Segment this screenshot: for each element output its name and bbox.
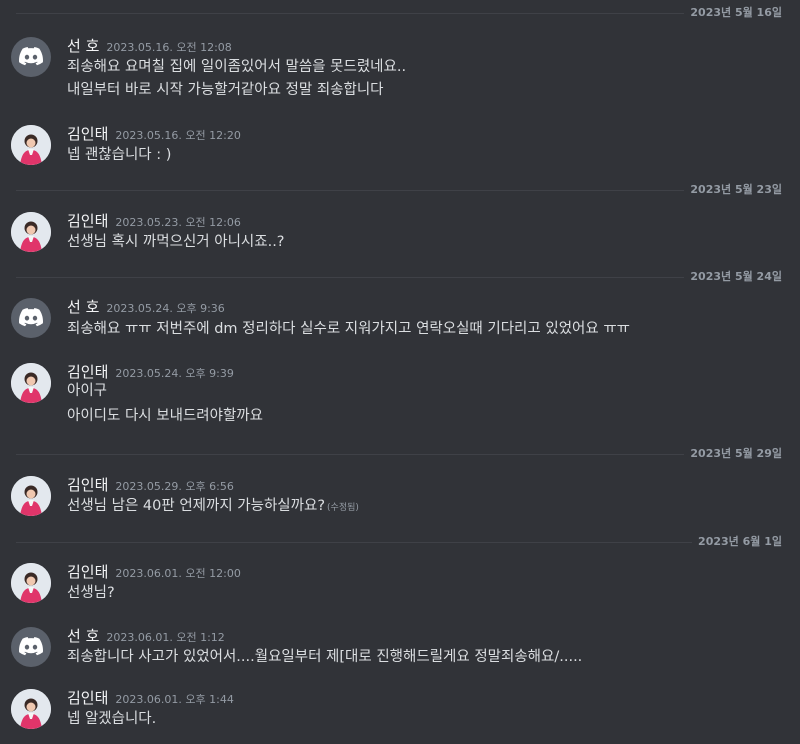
message-text: 선생님 혹시 까먹으신거 아니시죠..?: [67, 234, 285, 250]
edited-label: (수정됨): [327, 503, 359, 513]
date-divider: 2023년 5월 29일: [16, 447, 786, 461]
author-name[interactable]: 김인태: [67, 476, 108, 494]
user-avatar[interactable]: [11, 212, 51, 252]
timestamp: 2023.05.24. 오후 9:36: [106, 302, 225, 315]
message-header: 김인태 2023.05.23. 오전 12:06: [67, 212, 241, 232]
date-divider-label: 2023년 6월 1일: [692, 535, 786, 549]
message-text: 내일부터 바로 시작 가능할거같아요 정말 죄송합니다: [67, 82, 384, 98]
message-header: 선 호 2023.05.16. 오전 12:08: [67, 37, 232, 57]
date-divider: 2023년 5월 24일: [16, 270, 786, 284]
timestamp: 2023.05.29. 오후 6:56: [115, 480, 234, 493]
author-name[interactable]: 선 호: [67, 298, 99, 316]
message-header: 김인태 2023.05.24. 오후 9:39: [67, 363, 234, 383]
message-text-content: 선생님 남은 40판 언제까지 가능하실까요?: [67, 498, 326, 514]
user-avatar[interactable]: [11, 125, 51, 165]
message-text: 죄송해요 ㅠㅠ 저번주에 dm 정리하다 실수로 지워가지고 연락오실때 기다리…: [67, 321, 630, 337]
message-text: 죄송합니다 사고가 있었어서....월요일부터 제[대로 진행해드릴게요 정말죄…: [67, 649, 583, 665]
date-divider-label: 2023년 5월 29일: [684, 447, 786, 461]
message-text: 죄송해요 요며칠 집에 일이좀있어서 말씀을 못드렸네요..: [67, 59, 407, 75]
discord-logo-icon[interactable]: [11, 37, 51, 77]
author-name[interactable]: 김인태: [67, 125, 108, 143]
timestamp: 2023.05.24. 오후 9:39: [115, 367, 234, 380]
message-header: 김인태 2023.06.01. 오전 12:00: [67, 563, 241, 583]
user-avatar[interactable]: [11, 689, 51, 729]
timestamp: 2023.06.01. 오전 12:00: [115, 567, 241, 580]
message-header: 김인태 2023.06.01. 오후 1:44: [67, 689, 234, 709]
timestamp: 2023.05.16. 오전 12:08: [106, 41, 232, 54]
message-text: 선생님 남은 40판 언제까지 가능하실까요? (수정됨): [67, 496, 359, 518]
timestamp: 2023.05.16. 오전 12:20: [115, 129, 241, 142]
message-header: 선 호 2023.06.01. 오전 1:12: [67, 627, 225, 647]
author-name[interactable]: 김인태: [67, 689, 108, 707]
timestamp: 2023.06.01. 오전 1:12: [106, 631, 225, 644]
date-divider: 2023년 5월 23일: [16, 183, 786, 197]
author-name[interactable]: 김인태: [67, 363, 108, 381]
message-text: 선생님?: [67, 585, 115, 601]
message-text: 아이구: [67, 383, 108, 399]
user-avatar[interactable]: [11, 563, 51, 603]
date-divider-label: 2023년 5월 16일: [684, 6, 786, 20]
message-header: 선 호 2023.05.24. 오후 9:36: [67, 298, 225, 318]
message-text: 넵 괜찮습니다 : ): [67, 147, 172, 163]
discord-logo-icon[interactable]: [11, 627, 51, 667]
user-avatar[interactable]: [11, 476, 51, 516]
message-header: 김인태 2023.05.29. 오후 6:56: [67, 476, 234, 496]
author-name[interactable]: 김인태: [67, 563, 108, 581]
date-divider: 2023년 6월 1일: [16, 535, 786, 549]
discord-logo-icon[interactable]: [11, 298, 51, 338]
date-divider-label: 2023년 5월 23일: [684, 183, 786, 197]
timestamp: 2023.06.01. 오후 1:44: [115, 693, 234, 706]
author-name[interactable]: 선 호: [67, 627, 99, 645]
date-divider-label: 2023년 5월 24일: [684, 270, 786, 284]
message-text: 넵 알겠습니다.: [67, 711, 157, 727]
message-header: 김인태 2023.05.16. 오전 12:20: [67, 125, 241, 145]
message-text: 아이디도 다시 보내드려야할까요: [67, 408, 263, 424]
timestamp: 2023.05.23. 오전 12:06: [115, 216, 241, 229]
date-divider: 2023년 5월 16일: [16, 6, 786, 20]
author-name[interactable]: 김인태: [67, 212, 108, 230]
user-avatar[interactable]: [11, 363, 51, 403]
chat-message-list[interactable]: 2023년 5월 16일 선 호 2023.05.16. 오전 12:08 죄송해…: [0, 0, 800, 744]
author-name[interactable]: 선 호: [67, 37, 99, 55]
